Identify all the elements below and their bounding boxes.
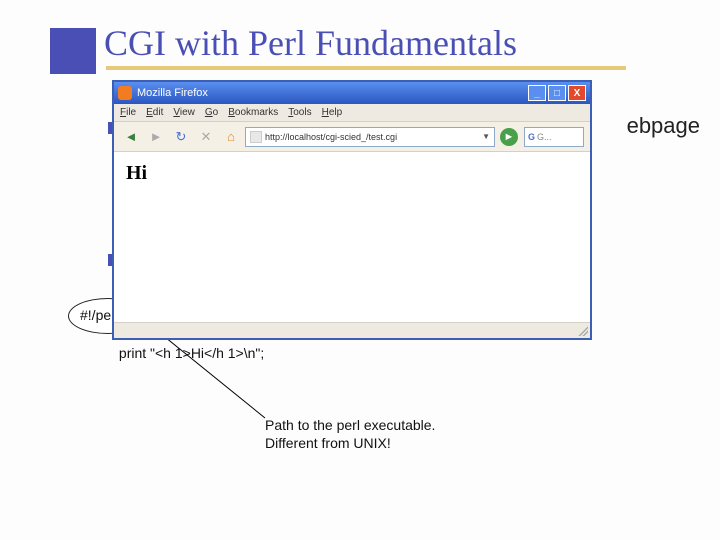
forward-icon: ► (150, 129, 163, 144)
page-icon (250, 131, 262, 143)
minimize-button[interactable]: _ (528, 85, 546, 101)
minimize-icon: _ (534, 88, 540, 99)
menu-go[interactable]: Go (205, 107, 218, 118)
title-accent-square (50, 28, 96, 74)
browser-window: Mozilla Firefox _ □ X File Edit View Go … (112, 80, 592, 340)
reload-button[interactable]: ↻ (170, 126, 192, 148)
menu-tools[interactable]: Tools (288, 107, 311, 118)
stop-button[interactable]: ✕ (195, 126, 217, 148)
reload-icon: ↻ (176, 129, 187, 145)
toolbar: ◄ ► ↻ ✕ ⌂ http://localhost/cgi-scied_/te… (114, 122, 590, 152)
menu-view[interactable]: View (173, 107, 195, 118)
resize-grip[interactable] (578, 326, 588, 336)
annotation-line-2: Different from UNIX! (265, 434, 435, 452)
maximize-icon: □ (554, 88, 560, 99)
code-shebang: #!/pe (80, 307, 111, 323)
menu-help[interactable]: Help (322, 107, 343, 118)
occluded-text-fragment: ebpage (627, 113, 700, 139)
menu-file[interactable]: File (120, 107, 136, 118)
maximize-button[interactable]: □ (548, 85, 566, 101)
close-icon: X (574, 88, 581, 99)
window-titlebar[interactable]: Mozilla Firefox _ □ X (114, 82, 590, 104)
home-button[interactable]: ⌂ (220, 126, 242, 148)
close-button[interactable]: X (568, 85, 586, 101)
home-icon: ⌂ (227, 129, 235, 144)
code-print: print "<h 1>Hi</h 1>\n"; (119, 345, 264, 361)
go-button[interactable]: ► (500, 128, 518, 146)
back-button[interactable]: ◄ (120, 126, 142, 148)
page-content: Hi (114, 152, 590, 195)
search-engine-icon: G (528, 132, 535, 142)
menu-edit[interactable]: Edit (146, 107, 163, 118)
search-box[interactable]: G G... (524, 127, 584, 147)
go-icon: ► (504, 131, 515, 143)
firefox-icon (118, 86, 132, 100)
slide-area: CGI with Perl Fundamentals ebpage #!/pe … (50, 28, 690, 508)
window-title: Mozilla Firefox (137, 87, 208, 99)
slide-title: CGI with Perl Fundamentals (104, 22, 517, 64)
back-icon: ◄ (125, 129, 138, 144)
title-underline (106, 66, 626, 70)
page-heading: Hi (126, 162, 578, 185)
menu-bookmarks[interactable]: Bookmarks (228, 107, 278, 118)
menu-bar: File Edit View Go Bookmarks Tools Help (114, 104, 590, 122)
address-dropdown-icon[interactable]: ▼ (482, 132, 490, 141)
status-bar (114, 322, 590, 338)
annotation-line-1: Path to the perl executable. (265, 416, 435, 434)
annotation: Path to the perl executable. Different f… (265, 416, 435, 452)
forward-button[interactable]: ► (145, 126, 167, 148)
address-bar[interactable]: http://localhost/cgi-scied_/test.cgi ▼ (245, 127, 495, 147)
stop-icon: ✕ (201, 129, 212, 145)
search-placeholder: G... (537, 132, 552, 142)
address-url: http://localhost/cgi-scied_/test.cgi (265, 132, 397, 142)
